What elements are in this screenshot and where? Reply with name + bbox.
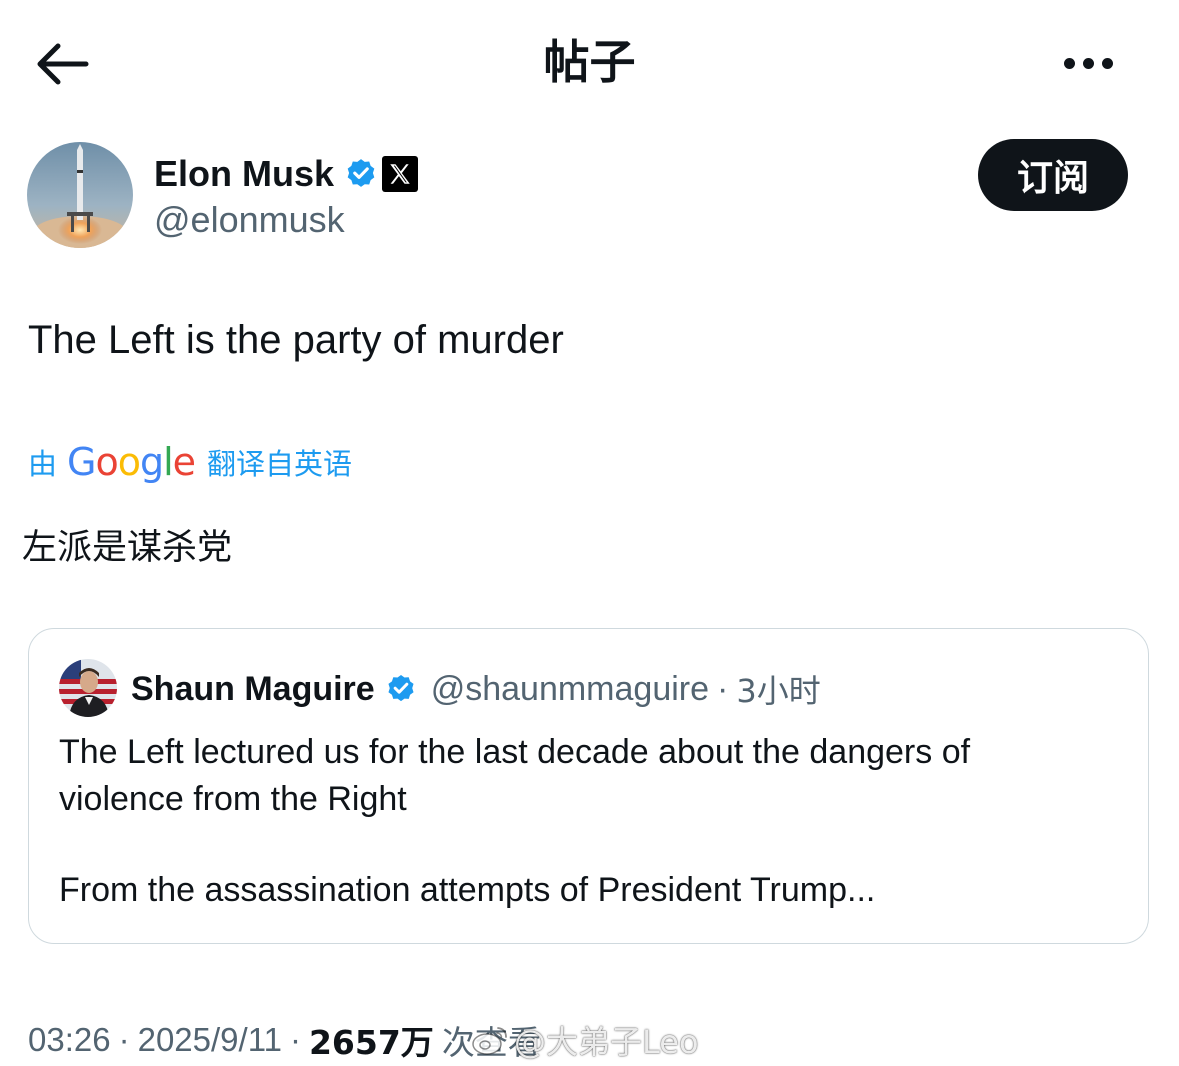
quote-timestamp: 3小时 [736,672,821,710]
watermark-text: @大弟子Leo [514,1023,699,1061]
translated-text: 左派是谋杀党 [22,528,233,568]
quote-body: The Left lectured us for the last decade… [59,729,1119,914]
back-button[interactable] [30,36,94,92]
quote-text-line: violence from the Right [59,780,407,818]
author-avatar[interactable] [27,142,133,248]
author-name-row: Elon Musk [154,150,419,198]
view-count[interactable]: 2657万 [309,1016,434,1064]
top-bar: 帖子 [0,0,1179,124]
subscribe-button[interactable]: 订阅 [978,139,1128,211]
view-count-label: 次查看 [441,1023,541,1062]
quote-text-line: From the assassination attempts of Presi… [59,871,876,909]
google-logo: Google [67,440,196,484]
arrow-left-icon [37,43,89,85]
post-metadata: 03:26 · 2025/9/11 · 2657万 次查看 [28,1016,541,1064]
verified-badge-icon [388,675,414,702]
verified-badge-icon [347,159,375,187]
separator-dot: · [118,1021,130,1058]
author-name[interactable]: Elon Musk [154,152,334,196]
separator-dot: · [717,669,729,708]
translate-by-label: 由 [28,447,58,481]
more-options-button[interactable] [1060,40,1130,86]
quote-text-line: The Left lectured us for the last decade… [59,733,971,771]
separator-dot: · [289,1021,301,1058]
post-time: 03:26 [28,1021,111,1058]
page-title: 帖子 [543,35,636,89]
post-date: 2025/9/11 [137,1021,282,1058]
quote-author-name: Shaun Maguire [131,669,375,708]
quote-author-handle: @shaunmmaguire [430,669,710,708]
x-logo-icon [382,156,419,192]
quote-header: Shaun Maguire @shaunmmaguire · 3小时 [131,665,821,713]
more-horizontal-icon [1060,57,1117,69]
quoted-post-card[interactable]: Shaun Maguire @shaunmmaguire · 3小时 The L… [28,628,1149,944]
author-handle[interactable]: @elonmusk [154,198,345,242]
quote-author-avatar [59,659,117,717]
translate-from-label: 翻译自英语 [207,447,353,481]
rocket-launch-image [27,142,133,248]
profile-photo-image [59,659,117,717]
translation-attribution[interactable]: 由 Google 翻译自英语 [28,438,352,486]
post-text: The Left is the party of murder [28,318,564,362]
